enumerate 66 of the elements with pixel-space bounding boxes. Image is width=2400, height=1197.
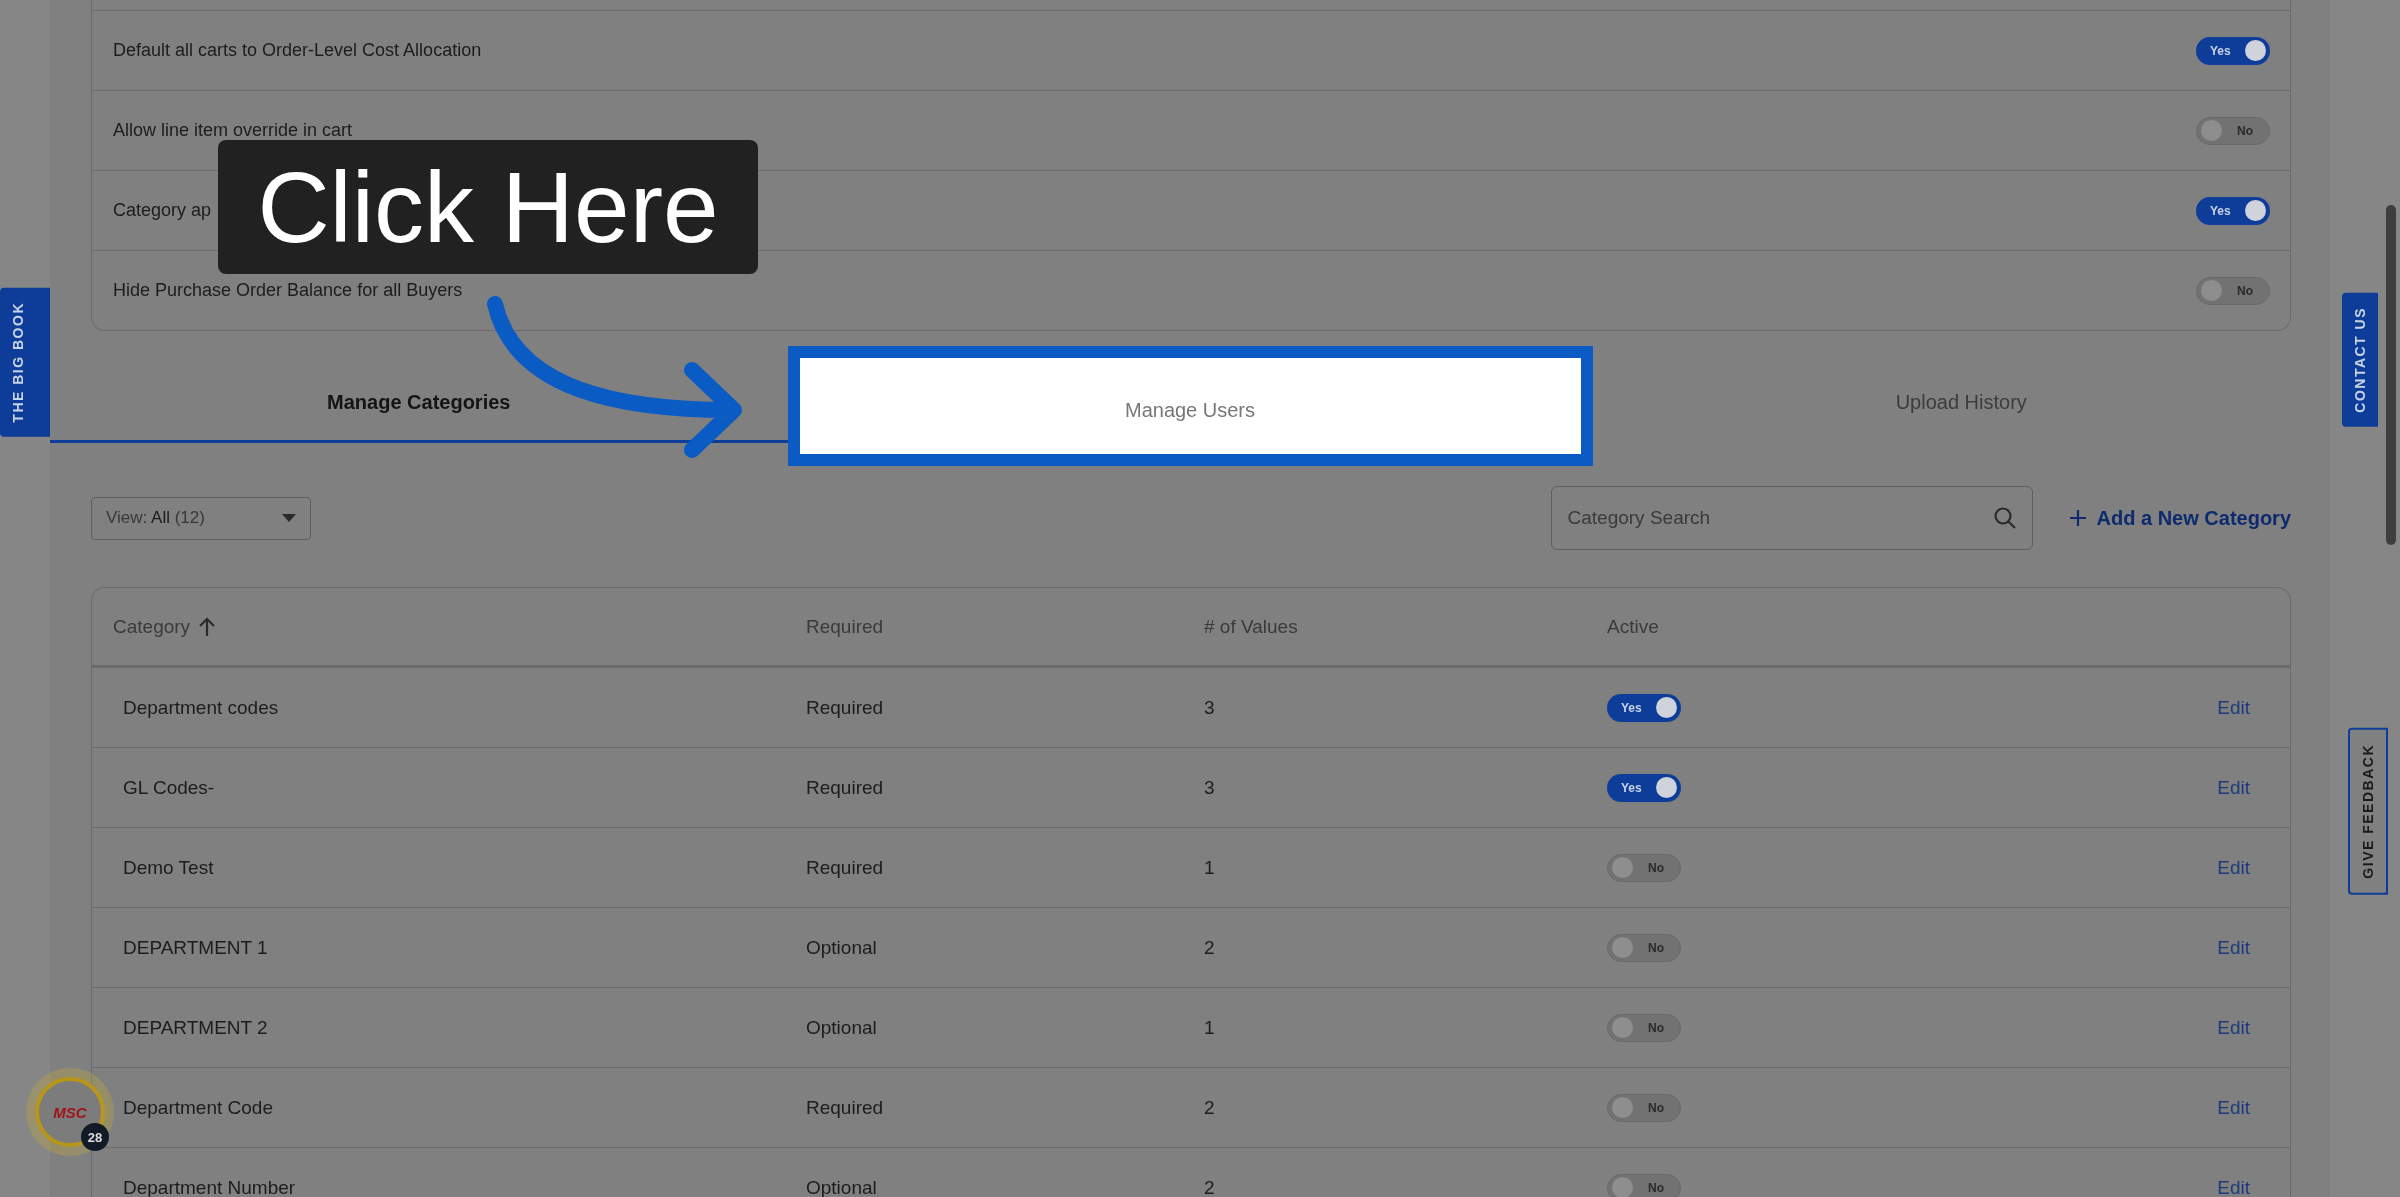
contact-tab[interactable]: CONTACT US (2342, 293, 2378, 427)
table-cell-text: 2 (1204, 936, 1216, 959)
side-tab[interactable]: THE BIG BOOK (0, 288, 50, 437)
table-cell-text: Optional (806, 1016, 878, 1039)
table-cell-text: 2 (1204, 1176, 1216, 1197)
edit-link[interactable]: Edit (2217, 1176, 2250, 1197)
setting-label: Allow line item override in cart (113, 120, 353, 141)
table-cell-text: 2 (1204, 1096, 1216, 1119)
table-cell-text: Required (806, 776, 885, 799)
rewards-widget[interactable]: MSC 28 (26, 1068, 114, 1156)
table-cell-text: Optional (806, 1176, 878, 1197)
edit-link[interactable]: Edit (2217, 936, 2250, 959)
toggle-switch[interactable]: No (1607, 933, 1681, 962)
table-cell-text: GL Codes- (123, 776, 216, 799)
toggle-switch[interactable]: Yes (2196, 36, 2270, 65)
add-category-button[interactable]: Add a New Category (2052, 506, 2291, 530)
tab[interactable]: Upload History (1592, 331, 2330, 443)
table-cell-text: 1 (1204, 1016, 1216, 1039)
view-label: View: All (12) (106, 508, 205, 528)
tab[interactable]: Manage Categories (50, 331, 788, 443)
setting-label: Category ap (113, 200, 212, 221)
count-badge: 28 (81, 1123, 109, 1151)
search-field[interactable]: Category Search (1550, 486, 2033, 550)
caret-icon (282, 514, 296, 522)
column-header[interactable]: Category (113, 615, 191, 638)
plus-icon (2068, 509, 2087, 527)
table-cell-text: Department codes (123, 696, 280, 719)
edit-link[interactable]: Edit (2217, 1096, 2250, 1119)
table-cell-text: 3 (1204, 696, 1216, 719)
view-dropdown[interactable]: View: All (12) (91, 496, 311, 540)
toggle-switch[interactable]: No (1607, 853, 1681, 882)
table-cell-text: Department Number (123, 1176, 297, 1197)
toggle-switch[interactable]: Yes (1607, 773, 1681, 802)
toggle-switch[interactable]: No (2196, 276, 2270, 305)
table-cell-text: 1 (1204, 856, 1216, 879)
table-cell-text: Optional (806, 936, 878, 959)
toggle-switch[interactable]: Yes (2196, 196, 2270, 225)
sort-arrow-icon (198, 616, 217, 637)
table-cell-text: Demo Test (123, 856, 215, 879)
table-cell-text: DEPARTMENT 2 (123, 1016, 269, 1039)
column-header: # of Values (1204, 615, 1298, 638)
feedback-tab[interactable]: GIVE FEEDBACK (2348, 728, 2388, 895)
toggle-switch[interactable]: No (2196, 116, 2270, 145)
table-cell-text: 3 (1204, 776, 1216, 799)
table-cell-text: DEPARTMENT 1 (123, 936, 269, 959)
tab[interactable]: Manage Users (787, 346, 1593, 466)
setting-label: Hide Purchase Order Balance for all Buyers (113, 280, 463, 301)
search-icon (1992, 506, 2017, 530)
table-cell-text: Required (806, 696, 885, 719)
edit-link[interactable]: Edit (2217, 856, 2250, 879)
toggle-switch[interactable]: Yes (1607, 693, 1681, 722)
table-cell-text: Department Code (123, 1096, 274, 1119)
logo-text: MSC (53, 1103, 87, 1121)
scrollbar-thumb[interactable] (2386, 205, 2396, 545)
column-header: Active (1607, 615, 1659, 638)
edit-link[interactable]: Edit (2217, 776, 2250, 799)
table-cell-text: Required (806, 1096, 885, 1119)
toggle-switch[interactable]: No (1607, 1013, 1681, 1042)
toggle-switch[interactable]: No (1607, 1173, 1681, 1197)
column-header: Required (806, 615, 884, 638)
callout-label: Click Here (218, 140, 758, 274)
toggle-switch[interactable]: No (1607, 1093, 1681, 1122)
setting-label: Default all carts to Order-Level Cost Allocation (113, 40, 482, 61)
edit-link[interactable]: Edit (2217, 696, 2250, 719)
table-cell-text: Required (806, 856, 885, 879)
edit-link[interactable]: Edit (2217, 1016, 2250, 1039)
